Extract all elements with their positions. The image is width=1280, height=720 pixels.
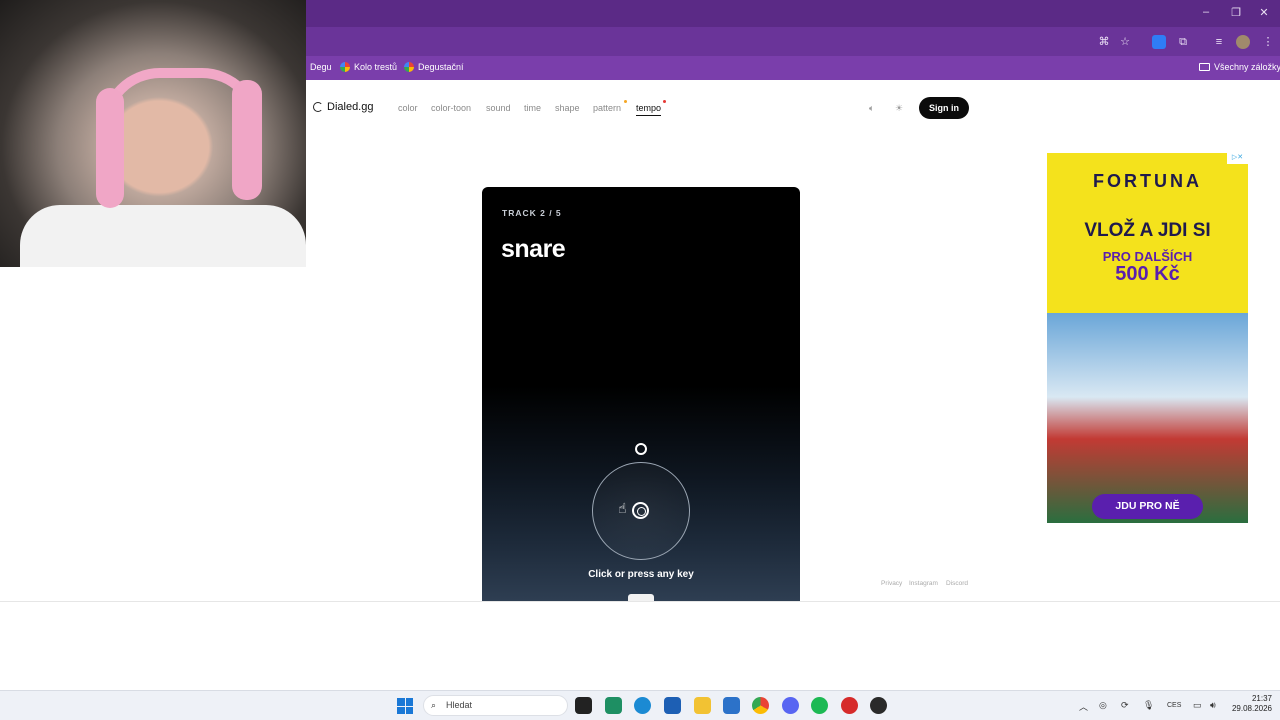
spotify-icon[interactable] (811, 697, 828, 714)
drawer-handle[interactable] (628, 594, 654, 601)
bookmark-favicon-icon (340, 62, 350, 72)
chrome-icon[interactable] (752, 697, 769, 714)
fortuna-ad[interactable]: ▷✕ FORTUNA VLOŽ A JDI SI PRO DALŠÍCH 500… (1047, 153, 1248, 554)
media-icon[interactable]: ≡ (1212, 35, 1226, 49)
footer-privacy[interactable]: Privacy (881, 580, 902, 587)
search-icon: ⌕ (431, 700, 437, 710)
bookmark-degu[interactable]: Degu (310, 60, 332, 74)
restore-icon[interactable]: ❐ (1228, 6, 1244, 19)
footer-instagram[interactable]: Instagram (909, 580, 938, 587)
ad-choices-icon[interactable]: ▷✕ (1227, 153, 1248, 164)
volume-icon[interactable]: 🔈︎ (869, 103, 874, 114)
all-bookmarks[interactable]: Všechny záložky (1199, 60, 1280, 74)
page-divider (0, 601, 1280, 602)
bookmark-degustacni[interactable]: Degustační (404, 60, 464, 74)
bookmark-label: Degustační (418, 62, 464, 72)
nav-sound[interactable]: sound (486, 103, 511, 113)
track-counter: TRACK 2 / 5 (502, 208, 562, 218)
ad-amount: 500 Kč (1115, 263, 1180, 285)
sign-in-button[interactable]: Sign in (919, 97, 969, 119)
task-view-icon[interactable] (575, 697, 592, 714)
puzzle-icon[interactable]: ⧉ (1176, 35, 1190, 49)
star-icon[interactable]: ☆ (1118, 35, 1132, 49)
ad-players-image (1047, 313, 1248, 523)
nav-color[interactable]: color (398, 103, 418, 113)
logo-text: Dialed.gg (327, 101, 374, 113)
extension-icon[interactable] (1152, 35, 1166, 49)
discord-icon[interactable] (782, 697, 799, 714)
site-logo[interactable]: Dialed.gg (313, 101, 373, 113)
target-icon (632, 502, 649, 519)
bookmark-favicon-icon (404, 62, 414, 72)
search-placeholder: Hledat (446, 700, 473, 710)
clock-date: 29.08.2026 (1231, 704, 1272, 713)
close-icon[interactable]: ✕ (1256, 6, 1272, 19)
tray-app-icon[interactable]: ◎ (1099, 700, 1107, 711)
bookmark-label: Kolo trestů (354, 62, 398, 72)
ad-brand: FORTUNA (1093, 171, 1202, 191)
tap-hint: Click or press any key (588, 569, 694, 580)
app-icon[interactable] (605, 697, 622, 714)
app-dark-icon[interactable] (870, 697, 887, 714)
theme-toggle-icon[interactable]: ☀︎ (895, 103, 903, 114)
bookmark-label: Degu (310, 62, 332, 72)
file-explorer-icon[interactable] (694, 697, 711, 714)
profile-icon[interactable] (1236, 35, 1250, 49)
translate-icon[interactable]: ⌘ (1097, 35, 1111, 49)
hand-cursor-icon: ☝︎ (618, 500, 627, 516)
nav-pattern[interactable]: pattern (593, 103, 621, 113)
network-icon[interactable]: ▭ (1193, 700, 1202, 711)
ad-subheadline: PRO DALŠÍCH (1102, 249, 1193, 264)
folder-icon (1199, 63, 1210, 71)
all-bookmarks-label: Všechny záložky (1214, 62, 1280, 72)
volume-tray-icon[interactable]: 🔊︎ (1210, 700, 1216, 711)
store-icon[interactable] (664, 697, 681, 714)
nav-new-dot (624, 100, 627, 103)
clock-time: 21:37 (1251, 694, 1272, 703)
nav-time[interactable]: time (524, 103, 541, 113)
nav-tempo[interactable]: tempo (636, 103, 662, 116)
windows-start-icon[interactable] (397, 698, 413, 714)
tray-sync-icon[interactable]: ⟳ (1121, 700, 1129, 711)
taskbar-search-input[interactable]: ⌕ Hledat (423, 695, 568, 716)
nav-shape[interactable]: shape (555, 103, 580, 113)
dial-logo-icon (313, 102, 323, 112)
headset-icon (232, 80, 262, 200)
ad-disclaimer-image (1047, 523, 1248, 554)
menu-icon[interactable]: ⋮ (1261, 35, 1275, 49)
language-indicator[interactable]: CES (1167, 702, 1181, 709)
tray-chevron-icon[interactable]: ︿ (1079, 700, 1088, 713)
app-red-icon[interactable] (841, 697, 858, 714)
minimize-icon[interactable]: – (1198, 6, 1214, 18)
webcam-shirt (20, 205, 306, 267)
footer-discord[interactable]: Discord (946, 580, 968, 587)
nav-color-toon[interactable]: color-toon (431, 103, 471, 113)
game-card[interactable]: TRACK 2 / 5 snare ☝︎ Click or press any … (482, 187, 800, 601)
ad-cta-button[interactable]: JDU PRO NĚ (1092, 494, 1203, 519)
metronome-dot (635, 443, 647, 455)
headset-icon (96, 88, 124, 208)
nav-new-dot (663, 100, 666, 103)
edge-icon[interactable] (634, 697, 651, 714)
ad-headline: VLOŽ A JDI SI (1084, 220, 1211, 241)
tray-mic-icon[interactable]: 🎙︎ (1143, 700, 1154, 711)
taskbar-clock[interactable]: 21:37 29.08.2026 (1228, 694, 1272, 714)
track-title: snare (501, 235, 566, 263)
outlook-icon[interactable] (723, 697, 740, 714)
webcam-overlay (0, 0, 306, 267)
bookmark-kolo-trestu[interactable]: Kolo trestů (340, 60, 397, 74)
